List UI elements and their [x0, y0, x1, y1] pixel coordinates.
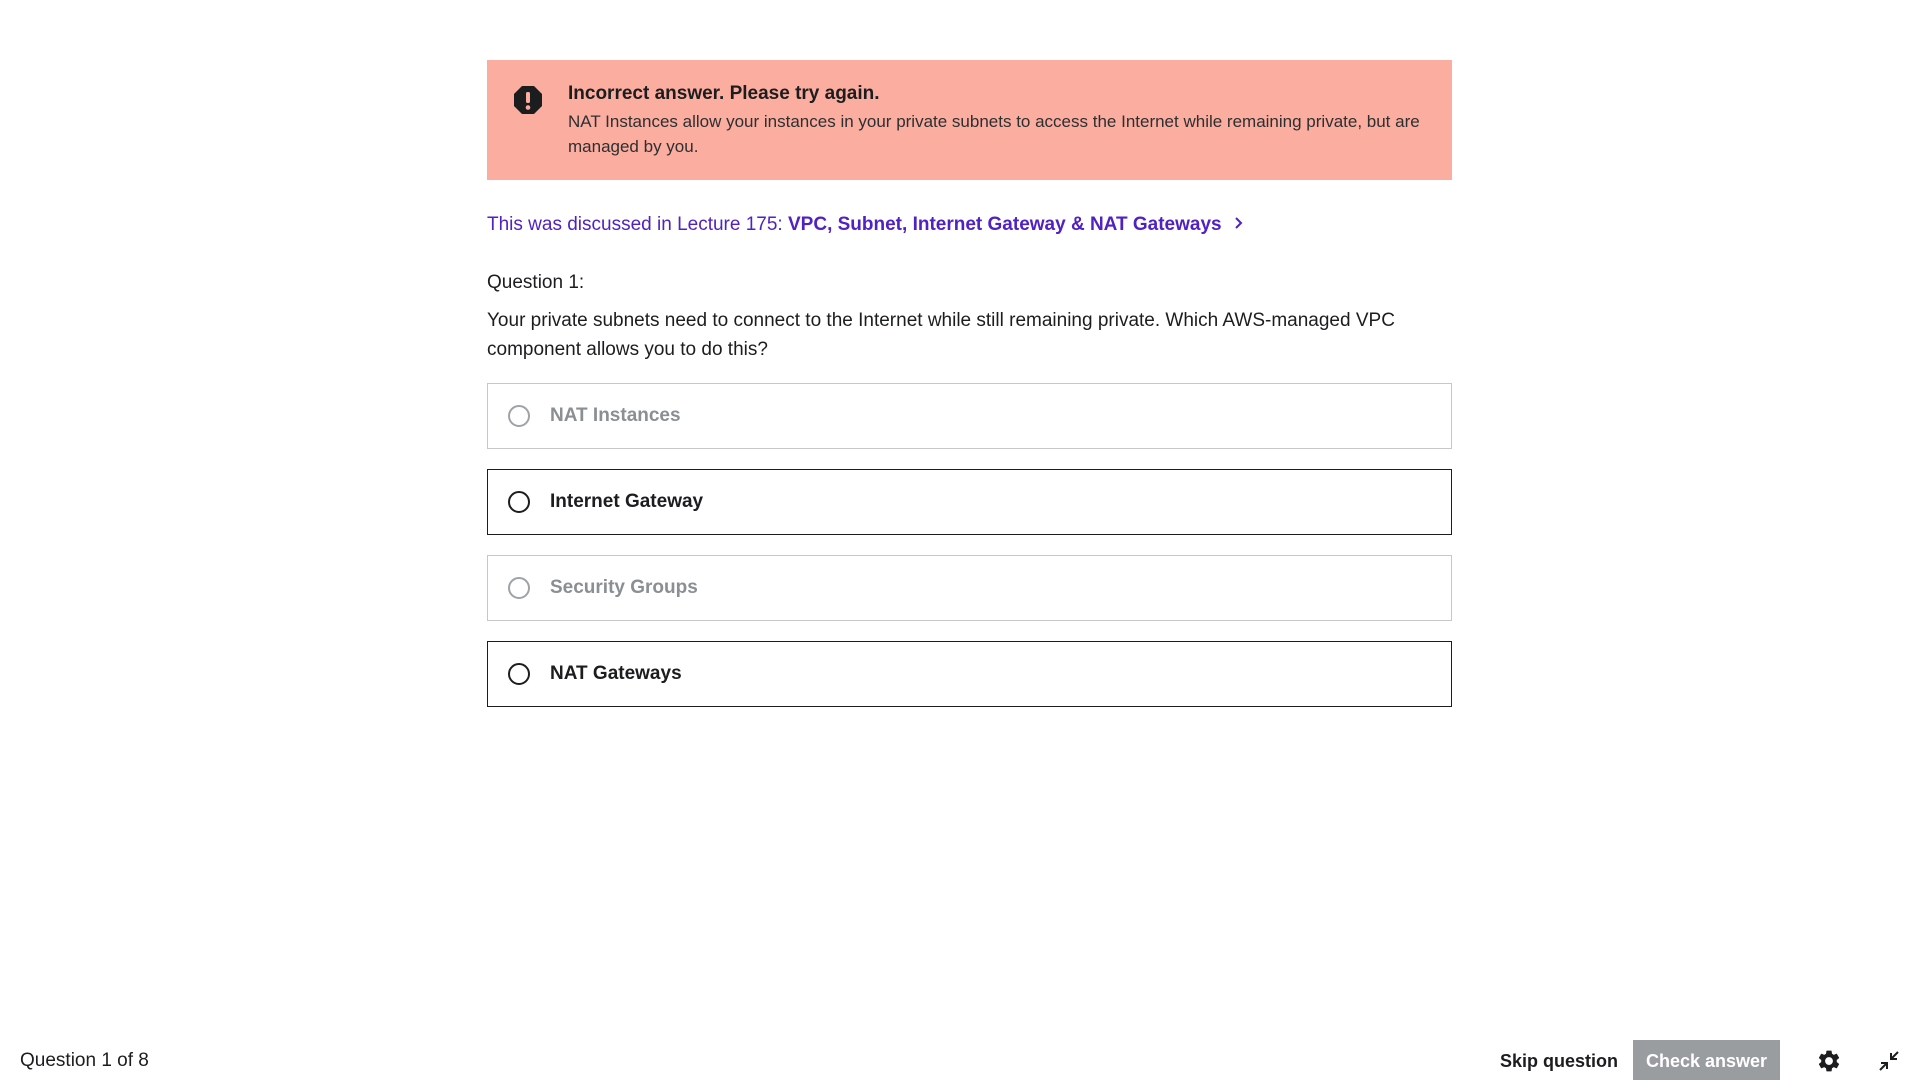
lecture-reference: This was discussed in Lecture 175: VPC, …	[487, 212, 1452, 238]
quiz-page: Incorrect answer. Please try again. NAT …	[0, 0, 1920, 1080]
quiz-footer: Question 1 of 8 Skip question Check answ…	[0, 1040, 1920, 1080]
check-answer-button[interactable]: Check answer	[1633, 1040, 1780, 1080]
radio-button	[508, 405, 530, 427]
option-label: NAT Gateways	[550, 663, 682, 684]
radio-button[interactable]	[508, 491, 530, 513]
quiz-content: Incorrect answer. Please try again. NAT …	[487, 60, 1452, 727]
answer-option-internet-gateway[interactable]: Internet Gateway	[487, 469, 1452, 535]
option-label: Security Groups	[550, 577, 698, 598]
alert-title: Incorrect answer. Please try again.	[568, 83, 880, 104]
question-text: Your private subnets need to connect to …	[487, 310, 1395, 360]
answer-option-nat-gateways[interactable]: NAT Gateways	[487, 641, 1452, 707]
question-progress: Question 1 of 8	[20, 1050, 149, 1071]
chevron-right-icon	[1234, 212, 1244, 238]
lecture-prefix: This was discussed in Lecture 175:	[487, 214, 788, 235]
gear-icon[interactable]	[1816, 1048, 1842, 1074]
radio-button[interactable]	[508, 663, 530, 685]
alert-text: Incorrect answer. Please try again. NAT …	[568, 82, 1426, 159]
answer-option-nat-instances: NAT Instances	[487, 383, 1452, 449]
lecture-link-text: VPC, Subnet, Internet Gateway & NAT Gate…	[788, 214, 1222, 235]
lecture-link[interactable]: VPC, Subnet, Internet Gateway & NAT Gate…	[788, 212, 1244, 238]
collapse-icon[interactable]	[1877, 1049, 1901, 1073]
skip-question-button[interactable]: Skip question	[1500, 1040, 1618, 1080]
answer-option-security-groups: Security Groups	[487, 555, 1452, 621]
incorrect-answer-alert: Incorrect answer. Please try again. NAT …	[487, 60, 1452, 180]
alert-body: NAT Instances allow your instances in yo…	[568, 112, 1420, 156]
option-label: NAT Instances	[550, 405, 681, 426]
option-label: Internet Gateway	[550, 491, 704, 512]
error-octagon-icon	[512, 84, 544, 116]
radio-button	[508, 577, 530, 599]
question-label: Question 1:	[487, 272, 585, 293]
answer-options: NAT Instances Internet Gateway Security …	[487, 383, 1452, 707]
